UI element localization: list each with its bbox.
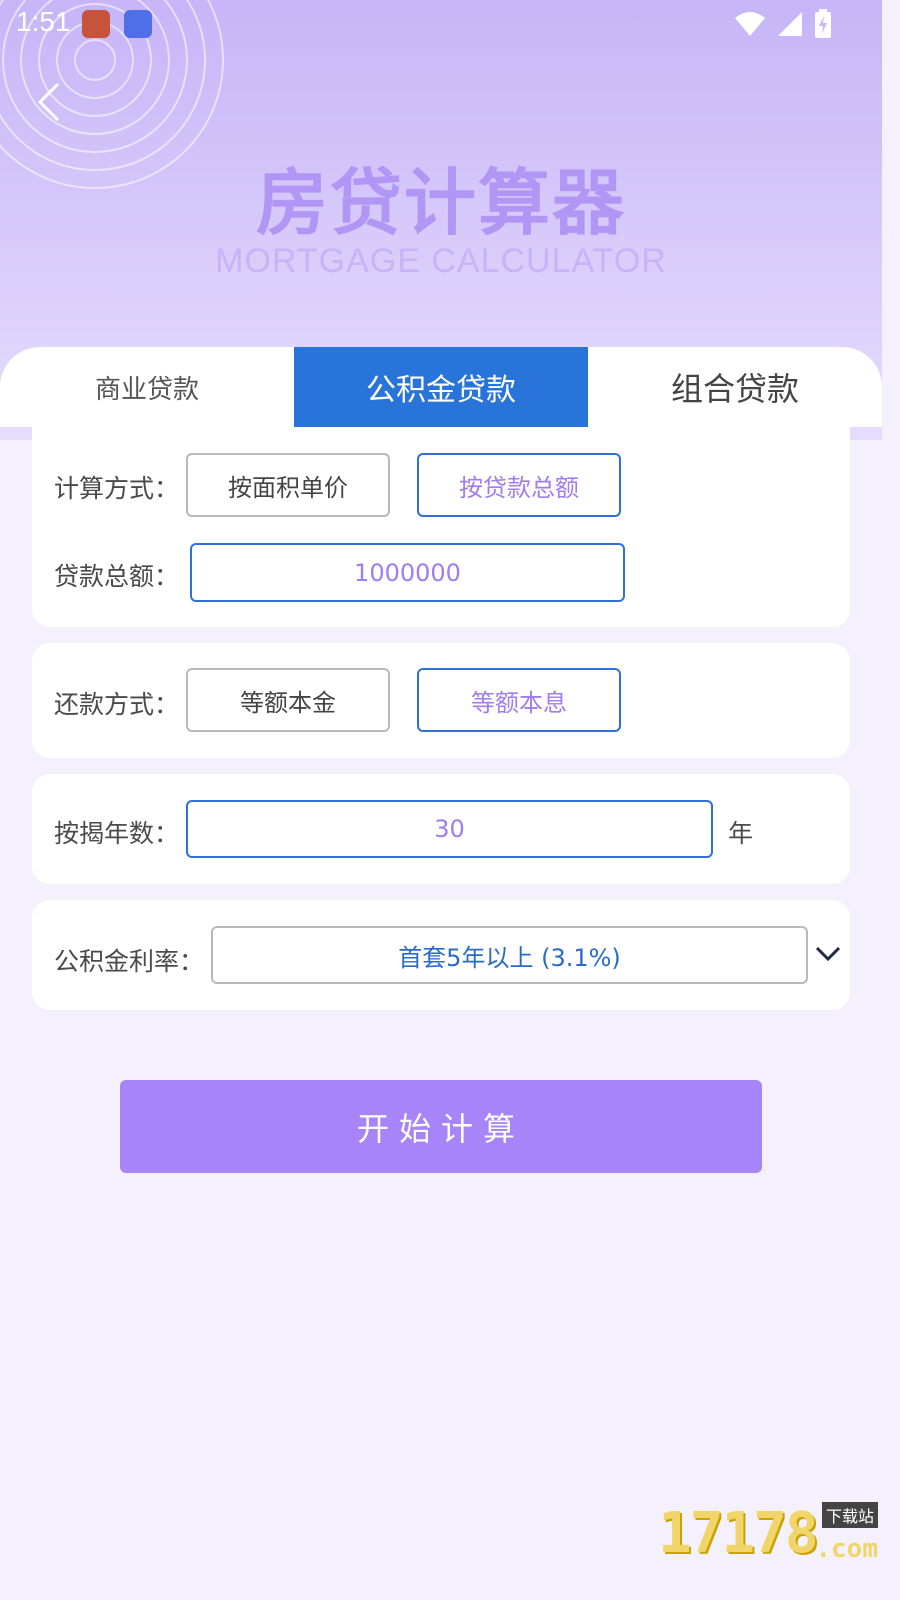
- repay-method-card: 还款方式： 等额本金 等额本息: [32, 643, 850, 758]
- loan-total-input[interactable]: 1000000: [190, 543, 625, 602]
- notification-app-icon: [124, 10, 152, 38]
- watermark-tag: 下载站: [821, 1502, 878, 1528]
- years-label: 按揭年数：: [54, 819, 180, 848]
- years-unit: 年: [728, 819, 754, 848]
- start-calculation-button[interactable]: 开始计算: [120, 1080, 762, 1173]
- equal-installment-option[interactable]: 等额本息: [417, 668, 621, 732]
- system-icons: [734, 8, 832, 40]
- rate-label: 公积金利率：: [54, 947, 205, 976]
- tab-commercial-loan[interactable]: 商业贷款: [0, 347, 294, 427]
- equal-principal-option[interactable]: 等额本金: [186, 668, 390, 732]
- calc-method-label: 计算方式：: [54, 474, 180, 503]
- calc-by-area-option[interactable]: 按面积单价: [186, 453, 390, 517]
- calc-by-total-option[interactable]: 按贷款总额: [417, 453, 621, 517]
- status-time: 1:51: [16, 6, 71, 37]
- site-watermark: 17178 下载站 .com: [658, 1501, 878, 1566]
- watermark-number: 17178: [658, 1501, 819, 1566]
- loan-total-label: 贷款总额：: [54, 562, 180, 591]
- notification-app-icon: [82, 10, 110, 38]
- chevron-down-icon[interactable]: [814, 944, 842, 964]
- loan-type-tabs: 商业贷款 公积金贷款 组合贷款: [0, 347, 882, 427]
- tab-provident-fund-loan[interactable]: 公积金贷款: [294, 347, 588, 427]
- years-input[interactable]: 30: [186, 800, 713, 858]
- signal-icon: [778, 12, 802, 36]
- tab-combined-loan[interactable]: 组合贷款: [588, 347, 882, 427]
- rate-card: 公积金利率： 首套5年以上 (3.1%): [32, 900, 850, 1010]
- back-arrow-icon[interactable]: [28, 78, 76, 126]
- battery-icon: [815, 9, 831, 38]
- calc-method-card: 计算方式： 按面积单价 按贷款总额 贷款总额： 1000000: [32, 427, 850, 627]
- rate-select[interactable]: 首套5年以上 (3.1%): [211, 926, 808, 984]
- repay-method-label: 还款方式：: [54, 690, 180, 719]
- page-title: 房贷计算器: [255, 161, 626, 245]
- page-subtitle: MORTGAGE CALCULATOR: [215, 242, 667, 280]
- watermark-suffix: .com: [815, 1534, 878, 1564]
- status-bar: 1:51: [0, 0, 882, 48]
- years-card: 按揭年数： 30 年: [32, 774, 850, 884]
- wifi-icon: [735, 12, 765, 36]
